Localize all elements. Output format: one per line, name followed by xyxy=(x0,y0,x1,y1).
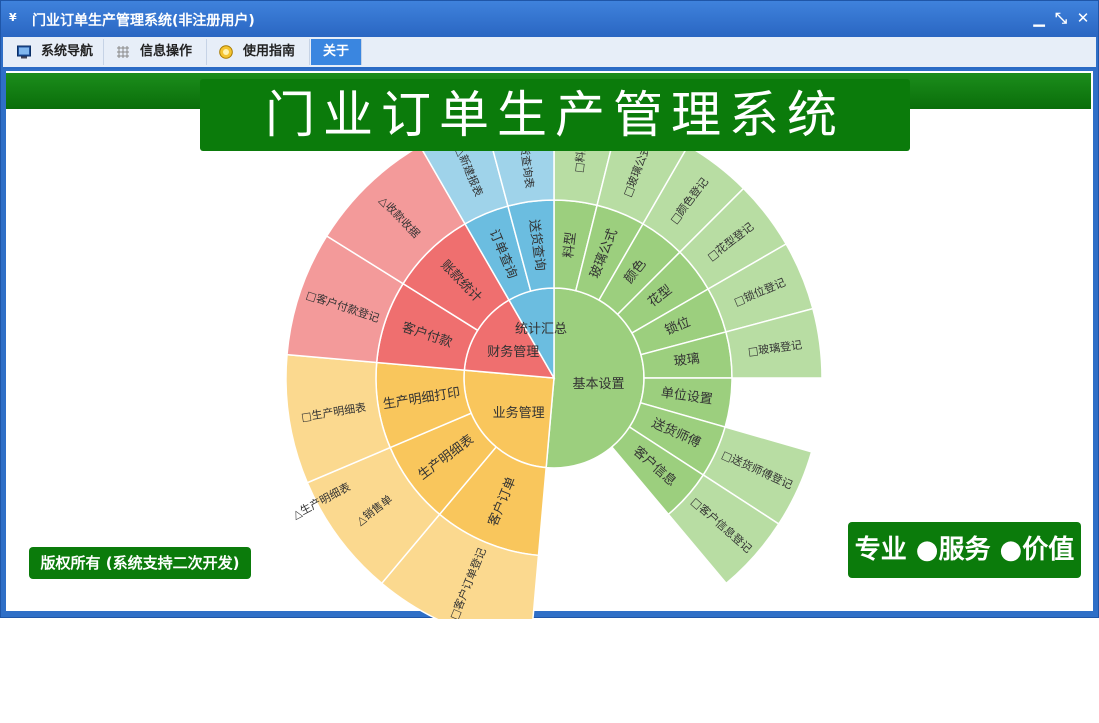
sunburst-group-label: 统计汇总 xyxy=(515,322,567,337)
slogan-badge: 专业 ●服务 ●价值 xyxy=(848,522,1081,578)
copyright-badge: 版权所有 (系统支持二次开发) xyxy=(29,547,251,579)
app-window: ¥ 门业订单生产管理系统(非注册用户) ▁ ⤡ ✕ 系统导航 信息操作 使用指南… xyxy=(0,0,1099,619)
sunburst-node-label: 料型 xyxy=(561,231,579,259)
sunburst-group-label: 财务管理 xyxy=(487,344,539,360)
banner-title: 门业订单生产管理系统 xyxy=(200,79,910,151)
sunburst-group-label: 业务管理 xyxy=(493,405,545,421)
sunburst-group-label: 基本设置 xyxy=(573,377,625,392)
